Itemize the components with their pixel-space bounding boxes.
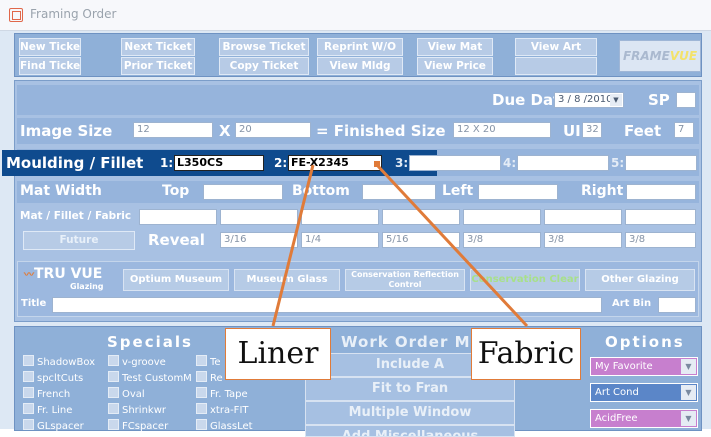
liner-callout: Liner: [225, 328, 331, 380]
liner-pointer-line: [271, 164, 315, 327]
fabric-callout: Fabric: [471, 328, 581, 380]
fabric-pointer-dot: [374, 161, 380, 167]
callout-lines: [271, 161, 529, 328]
fabric-pointer-line: [375, 163, 529, 328]
